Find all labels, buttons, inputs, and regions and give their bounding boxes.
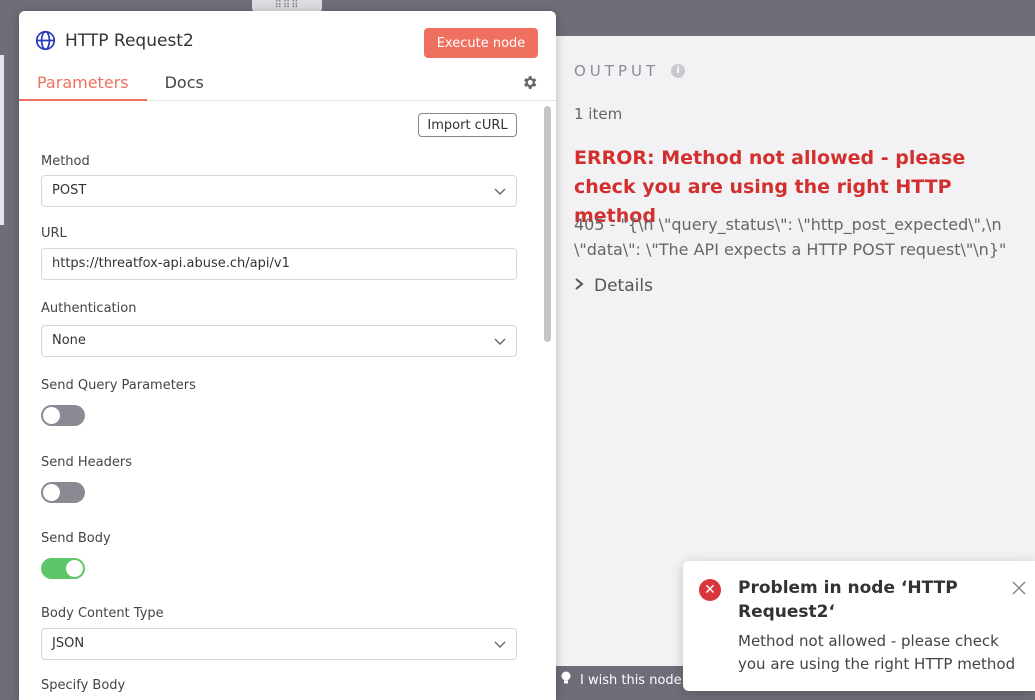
toggle-knob [43, 407, 60, 424]
close-icon[interactable] [1012, 581, 1026, 595]
authentication-value: None [52, 333, 86, 348]
send-headers-label: Send Headers [41, 455, 132, 470]
method-label: Method [41, 154, 90, 169]
url-input[interactable]: https://threatfox-api.abuse.ch/api/v1 [41, 248, 517, 280]
execute-node-button[interactable]: Execute node [424, 28, 538, 58]
send-body-toggle[interactable] [41, 558, 85, 579]
feedback-text: I wish this node [580, 672, 682, 688]
toast-title: Problem in node ‘HTTP Request2‘ [738, 578, 958, 622]
toggle-knob [43, 484, 60, 501]
method-value: POST [52, 183, 87, 198]
tab-docs[interactable]: Docs [147, 71, 222, 101]
node-settings-panel: HTTP Request2 Execute node Parameters Do… [19, 11, 556, 700]
info-icon[interactable]: i [671, 64, 686, 78]
parameters-pane: Import cURL Method POST URL https://thre… [19, 102, 556, 700]
item-count: 1 item [574, 105, 623, 123]
toast-message: Method not allowed - please check you ar… [738, 632, 1016, 673]
output-heading-label: OUTPUT [574, 62, 660, 80]
authentication-label: Authentication [41, 301, 137, 316]
error-circle-icon: ✕ [699, 579, 721, 601]
chevron-down-icon [494, 338, 506, 345]
chevron-down-icon [494, 641, 506, 648]
url-value: https://threatfox-api.abuse.ch/api/v1 [52, 256, 290, 271]
details-toggle[interactable]: Details [574, 276, 653, 296]
canvas-node-edge [0, 55, 4, 225]
body-content-type-label: Body Content Type [41, 606, 164, 621]
send-body-label: Send Body [41, 531, 111, 546]
error-description: 405 - "{\n \"query_status\": \"http_post… [574, 215, 1007, 259]
globe-icon [35, 30, 56, 51]
gear-icon[interactable] [521, 74, 538, 91]
url-label: URL [41, 226, 67, 241]
error-toast: ✕ Problem in node ‘HTTP Request2‘ Method… [683, 561, 1035, 691]
scrollbar[interactable] [544, 106, 551, 342]
lightbulb-icon [560, 671, 572, 689]
specify-body-label: Specify Body [41, 678, 126, 693]
chevron-down-icon [494, 188, 506, 195]
body-content-type-select[interactable]: JSON [41, 628, 517, 660]
node-header: HTTP Request2 Execute node Parameters Do… [19, 11, 556, 101]
output-heading: OUTPUT i [574, 62, 686, 80]
tab-parameters[interactable]: Parameters [19, 71, 147, 101]
body-content-type-value: JSON [52, 636, 85, 651]
tab-bar: Parameters Docs [19, 71, 222, 101]
send-query-label: Send Query Parameters [41, 378, 196, 393]
authentication-select[interactable]: None [41, 325, 517, 357]
feedback-bar[interactable]: I wish this node [560, 666, 682, 694]
import-curl-button[interactable]: Import cURL [418, 113, 517, 137]
send-query-toggle[interactable] [41, 405, 85, 426]
toggle-knob [66, 560, 83, 577]
node-title: HTTP Request2 [35, 30, 194, 51]
method-select[interactable]: POST [41, 175, 517, 207]
send-headers-toggle[interactable] [41, 482, 85, 503]
details-label: Details [594, 276, 653, 296]
node-title-text[interactable]: HTTP Request2 [65, 31, 194, 51]
chevron-right-icon [574, 278, 584, 294]
